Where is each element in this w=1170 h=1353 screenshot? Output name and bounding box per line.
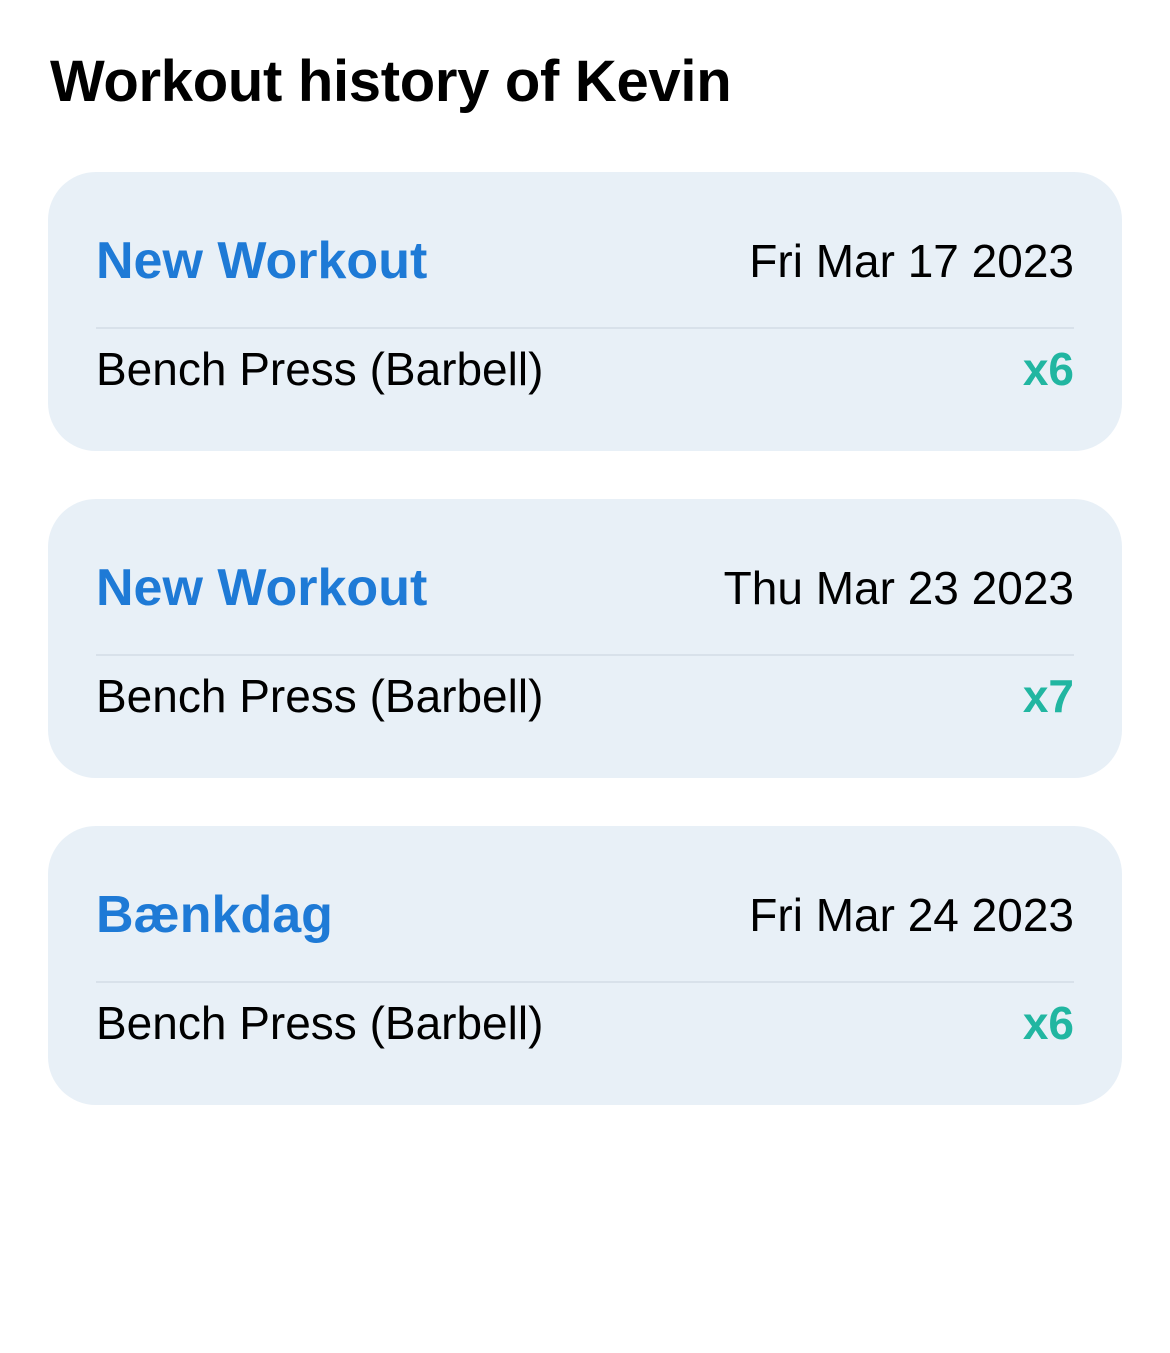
exercise-set-count: x6 <box>1022 343 1074 395</box>
workout-card-header: New Workout Thu Mar 23 2023 <box>96 499 1074 656</box>
exercise-name: Bench Press (Barbell) <box>96 997 544 1049</box>
exercise-row: Bench Press (Barbell) x7 <box>96 656 1074 736</box>
workout-name: New Workout <box>96 231 428 290</box>
exercise-name: Bench Press (Barbell) <box>96 343 544 395</box>
workout-date: Fri Mar 17 2023 <box>749 234 1074 287</box>
exercise-name: Bench Press (Barbell) <box>96 670 544 722</box>
workout-date: Thu Mar 23 2023 <box>723 561 1074 614</box>
workout-date: Fri Mar 24 2023 <box>749 888 1074 941</box>
workout-card[interactable]: New Workout Thu Mar 23 2023 Bench Press … <box>48 499 1122 778</box>
exercise-row: Bench Press (Barbell) x6 <box>96 983 1074 1063</box>
workout-card[interactable]: New Workout Fri Mar 17 2023 Bench Press … <box>48 172 1122 451</box>
exercise-set-count: x6 <box>1022 997 1074 1049</box>
exercise-row: Bench Press (Barbell) x6 <box>96 329 1074 409</box>
workout-name: Bænkdag <box>96 885 333 944</box>
workout-card-header: Bænkdag Fri Mar 24 2023 <box>96 826 1074 983</box>
workout-card[interactable]: Bænkdag Fri Mar 24 2023 Bench Press (Bar… <box>48 826 1122 1105</box>
exercise-set-count: x7 <box>1022 670 1074 722</box>
page-title: Workout history of Kevin <box>50 49 732 114</box>
workout-list: New Workout Fri Mar 17 2023 Bench Press … <box>48 172 1122 1153</box>
workout-card-header: New Workout Fri Mar 17 2023 <box>96 172 1074 329</box>
workout-name: New Workout <box>96 558 428 617</box>
